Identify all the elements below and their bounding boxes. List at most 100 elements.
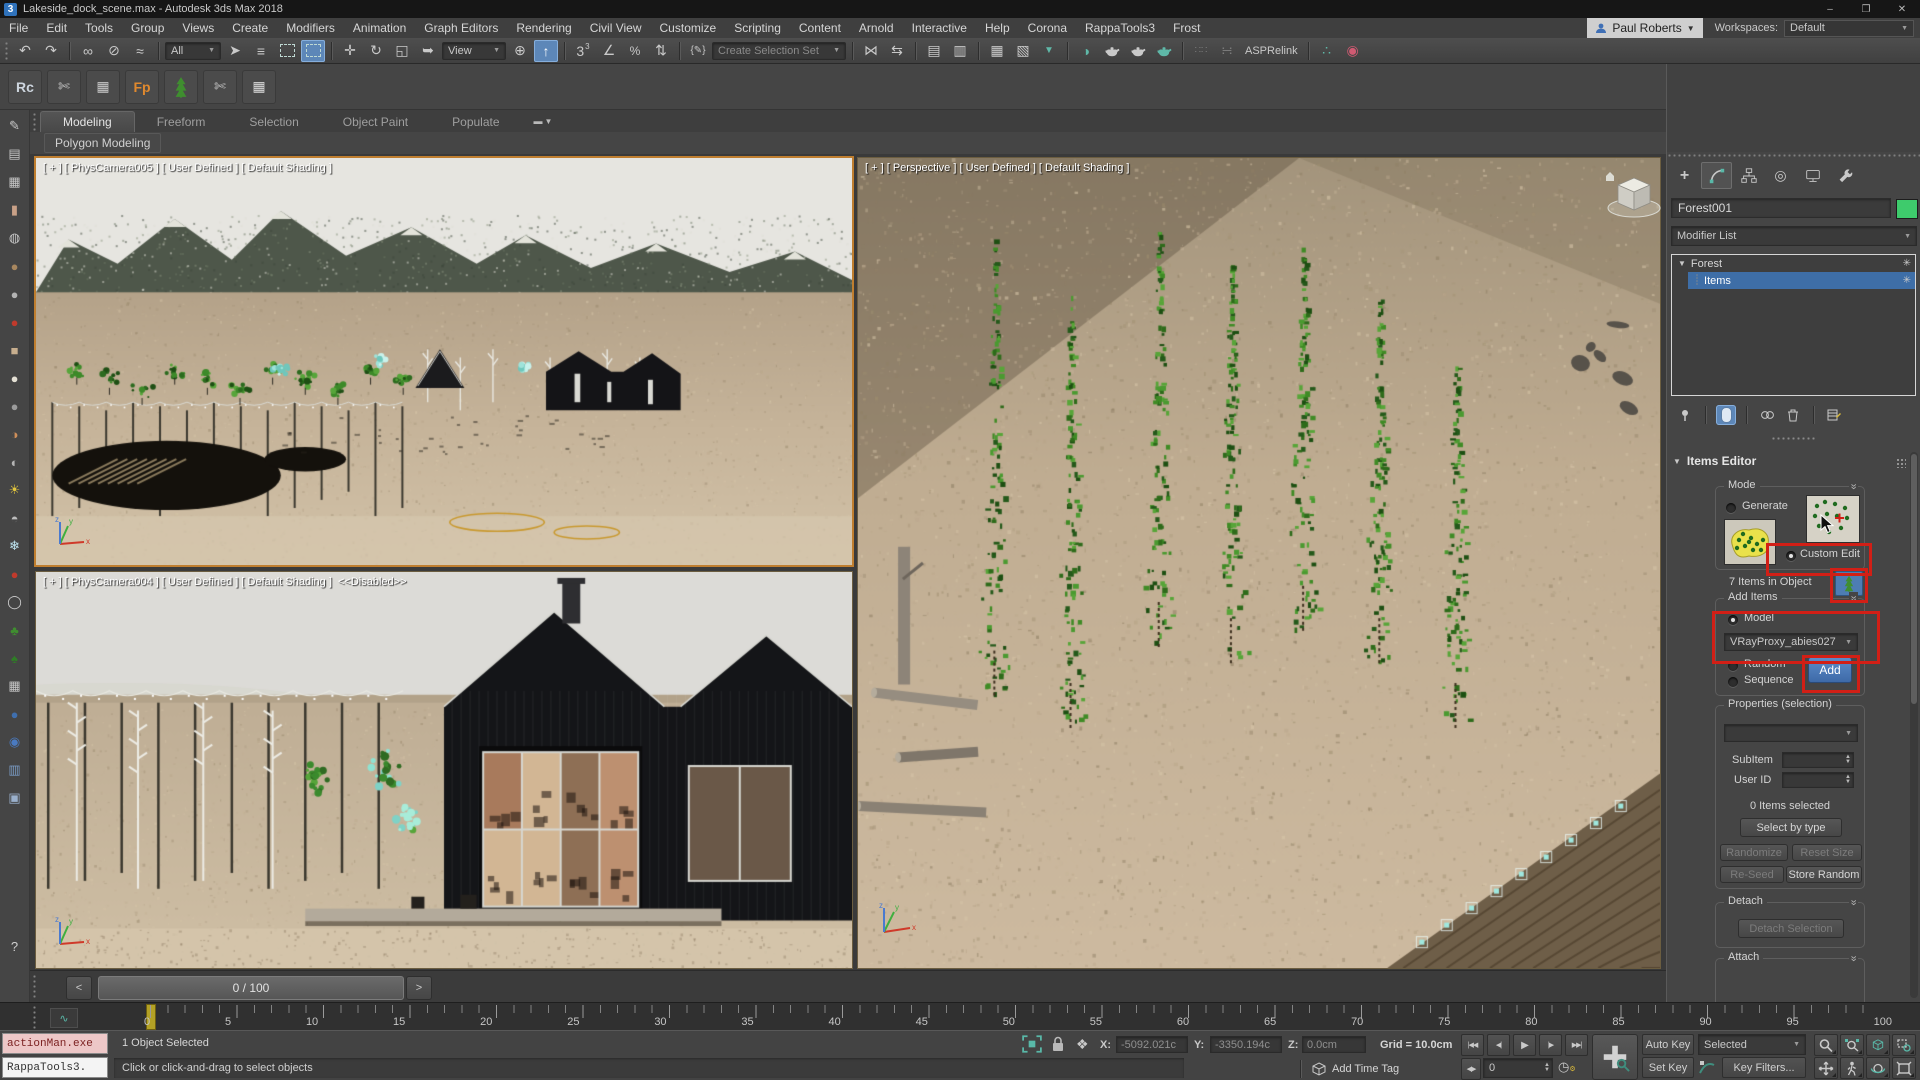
- corona-icon[interactable]: ◉: [1341, 40, 1365, 62]
- model-dropdown[interactable]: VRayProxy_abies027 ▼: [1724, 633, 1858, 651]
- make-unique-icon[interactable]: [1757, 405, 1777, 425]
- stack-item-forest[interactable]: ▼ Forest ✳: [1672, 255, 1915, 272]
- selection-lock-icon[interactable]: [1050, 1035, 1066, 1053]
- next-frame-button[interactable]: |▶: [1539, 1034, 1562, 1056]
- menu-tools[interactable]: Tools: [76, 21, 122, 35]
- pin-stack-icon[interactable]: [1675, 405, 1695, 425]
- select-by-name-icon[interactable]: ≡: [249, 40, 273, 62]
- menu-civil-view[interactable]: Civil View: [581, 21, 651, 35]
- menu-file[interactable]: File: [0, 21, 37, 35]
- current-frame-field[interactable]: 0▲▼: [1483, 1058, 1553, 1078]
- menu-group[interactable]: Group: [122, 21, 173, 35]
- hierarchy-tab[interactable]: [1733, 162, 1764, 189]
- model-radio[interactable]: [1728, 615, 1738, 625]
- window-crossing-toggle-icon[interactable]: [301, 40, 325, 62]
- panel-scrollbar[interactable]: [1910, 452, 1918, 998]
- palette-icon[interactable]: ◑: [3, 422, 27, 446]
- curve-editor-icon[interactable]: ▦: [985, 40, 1009, 62]
- layer-explorer-icon[interactable]: ▥: [948, 40, 972, 62]
- grid-tool-icon-2[interactable]: ▦: [3, 674, 27, 698]
- railclone-button[interactable]: Rc: [8, 70, 42, 104]
- reference-coordinate-system-dropdown[interactable]: View▼: [442, 42, 506, 60]
- bind-to-space-warp-icon[interactable]: ≈: [128, 40, 152, 62]
- scene-explorer-icon[interactable]: ▤: [922, 40, 946, 62]
- z-coordinate-field[interactable]: 0.0cm: [1302, 1036, 1366, 1053]
- sphere-red-icon[interactable]: ●: [3, 310, 27, 334]
- rectangular-selection-region-icon[interactable]: [275, 40, 299, 62]
- collapse-triangle-icon[interactable]: ▼: [1678, 259, 1686, 268]
- remove-modifier-icon[interactable]: [1783, 405, 1803, 425]
- physcamera004-render[interactable]: [36, 572, 852, 968]
- menu-rendering[interactable]: Rendering: [507, 21, 580, 35]
- use-pivot-point-center-icon[interactable]: ⊕: [508, 40, 532, 62]
- forest-tree-icon[interactable]: [164, 70, 198, 104]
- menu-frost[interactable]: Frost: [1164, 21, 1209, 35]
- render-setup-icon[interactable]: [1100, 40, 1124, 62]
- absolute-offset-mode-icon[interactable]: ❖: [1076, 1036, 1089, 1053]
- snaps-toggle-icon[interactable]: 33: [571, 40, 595, 62]
- select-and-link-icon[interactable]: ∞: [76, 40, 100, 62]
- randomize-button[interactable]: Randomize: [1720, 844, 1788, 861]
- key-filters-button[interactable]: Key Filters...: [1722, 1057, 1806, 1078]
- shrub-icon[interactable]: ♣: [3, 618, 27, 642]
- panel-grip[interactable]: [1667, 153, 1920, 158]
- time-configuration-icon[interactable]: ◷⚙: [1558, 1059, 1576, 1075]
- motion-tab[interactable]: ◎: [1765, 162, 1796, 189]
- collapse-chevron-icon[interactable]: »: [1849, 592, 1858, 604]
- film-strip-icon[interactable]: ▤: [3, 142, 27, 166]
- create-tab[interactable]: +: [1669, 162, 1700, 189]
- grid-tool-icon[interactable]: ▦: [3, 170, 27, 194]
- sphere-red-icon-2[interactable]: ●: [3, 562, 27, 586]
- stack-item-items[interactable]: ┊ Items ✳: [1688, 272, 1915, 289]
- modifier-stack[interactable]: ▼ Forest ✳ ┊ Items ✳: [1671, 254, 1916, 396]
- display-tab[interactable]: [1797, 162, 1828, 189]
- box-blue-icon[interactable]: ▣: [3, 786, 27, 810]
- torus-icon[interactable]: ◯: [3, 590, 27, 614]
- box-primitive-icon[interactable]: ■: [3, 338, 27, 362]
- sequence-radio[interactable]: [1728, 677, 1738, 687]
- go-to-end-button[interactable]: ▶▶|: [1565, 1034, 1588, 1056]
- next-frame-button[interactable]: >: [406, 976, 432, 1000]
- ribbon-tab-selection[interactable]: Selection: [227, 112, 320, 132]
- schematic-view-icon[interactable]: ▧: [1011, 40, 1035, 62]
- x-coordinate-field[interactable]: -5092.021c: [1116, 1036, 1188, 1053]
- forestpack-button[interactable]: Fp: [125, 70, 159, 104]
- knife-tool-icon-2[interactable]: ✄: [203, 70, 237, 104]
- mirror-icon[interactable]: ⋈: [859, 40, 883, 62]
- viewport-label[interactable]: [ + ] [ PhysCamera005 ] [ User Defined ]…: [43, 162, 332, 174]
- select-and-move-icon[interactable]: ✛: [338, 40, 362, 62]
- collapse-chevron-icon[interactable]: »: [1849, 896, 1858, 908]
- rendered-frame-window-icon[interactable]: [1126, 40, 1150, 62]
- modify-tab[interactable]: [1701, 162, 1732, 189]
- align-icon[interactable]: ⇆: [885, 40, 909, 62]
- reseed-button[interactable]: Re-Seed: [1720, 866, 1784, 883]
- menu-interactive[interactable]: Interactive: [903, 21, 976, 35]
- frame-step-icon[interactable]: ◀▶: [1461, 1058, 1481, 1080]
- menu-corona[interactable]: Corona: [1019, 21, 1076, 35]
- workspace-dropdown[interactable]: Default ▼: [1784, 20, 1914, 37]
- close-button[interactable]: ✕: [1884, 0, 1920, 18]
- material-editor-icon[interactable]: ◑: [1074, 40, 1098, 62]
- orbit-icon[interactable]: [1866, 1057, 1890, 1079]
- perspective-render[interactable]: [858, 158, 1660, 968]
- asprelink-button[interactable]: ASPRelink: [1241, 40, 1302, 62]
- panel-splitter[interactable]: [1771, 436, 1817, 441]
- menu-create[interactable]: Create: [223, 21, 277, 35]
- pencil-tool-icon[interactable]: ✎: [3, 114, 27, 138]
- viewport-physcamera005[interactable]: [ + ] [ PhysCamera005 ] [ User Defined ]…: [36, 158, 852, 565]
- key-brush-icon[interactable]: [1698, 1058, 1716, 1076]
- utilities-tab[interactable]: [1829, 162, 1860, 189]
- set-key-button[interactable]: Set Key: [1642, 1057, 1694, 1078]
- menu-views[interactable]: Views: [173, 21, 223, 35]
- menu-animation[interactable]: Animation: [344, 21, 415, 35]
- spreadsheet-icon[interactable]: ▦: [86, 70, 120, 104]
- configure-modifier-sets-icon[interactable]: [1824, 405, 1844, 425]
- collapse-chevron-icon[interactable]: »: [1849, 952, 1858, 964]
- walk-through-icon[interactable]: [1840, 1057, 1864, 1079]
- sphere-blue-icon[interactable]: ●: [3, 702, 27, 726]
- named-selection-set-dropdown[interactable]: Create Selection Set▼: [712, 42, 846, 60]
- reset-size-button[interactable]: Reset Size: [1792, 844, 1862, 861]
- maxscript-mini-listener-line1[interactable]: actionMan.exe: [2, 1033, 108, 1054]
- cylinder-primitive-icon[interactable]: ▮: [3, 198, 27, 222]
- knife-tool-icon[interactable]: ✄: [47, 70, 81, 104]
